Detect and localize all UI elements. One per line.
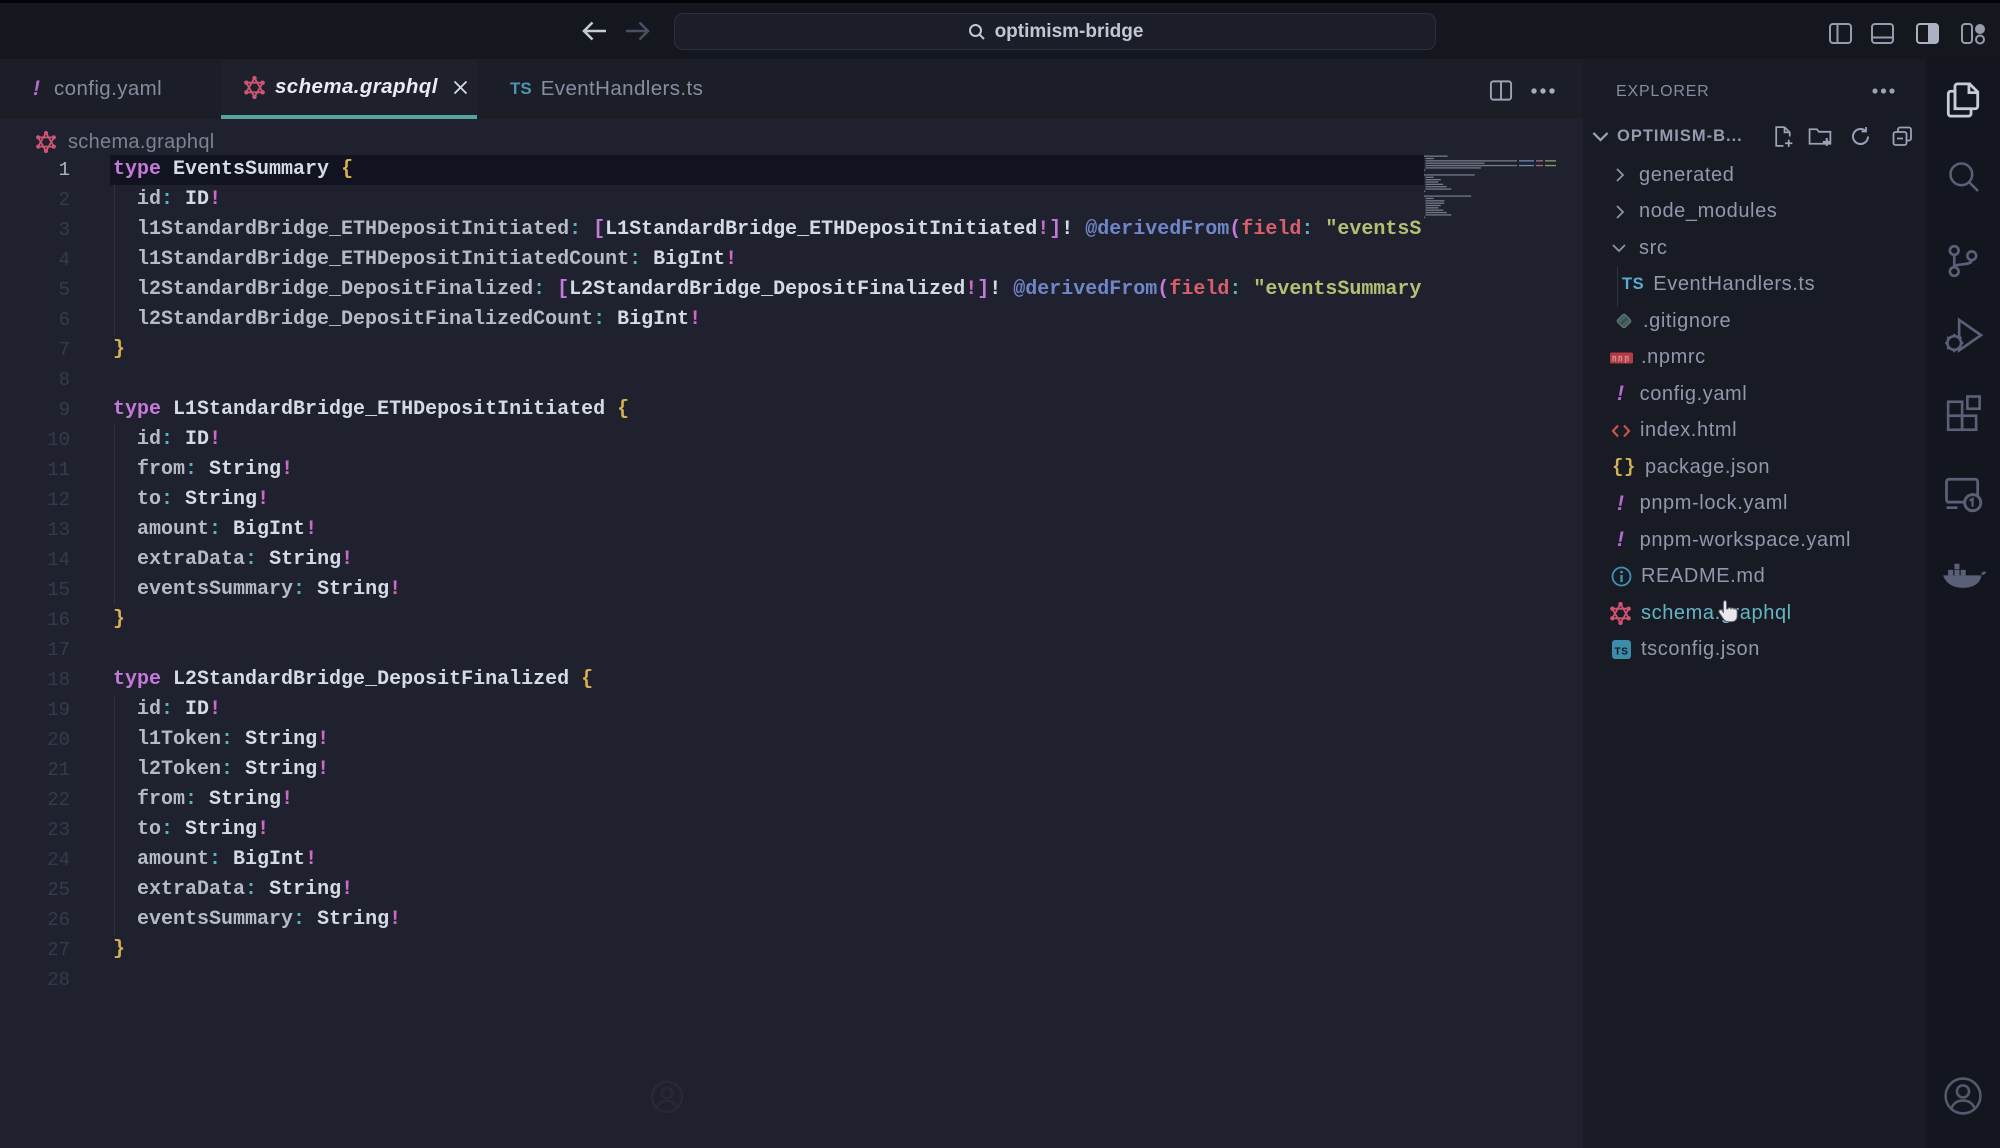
svg-text:TS: TS [1615, 647, 1629, 658]
